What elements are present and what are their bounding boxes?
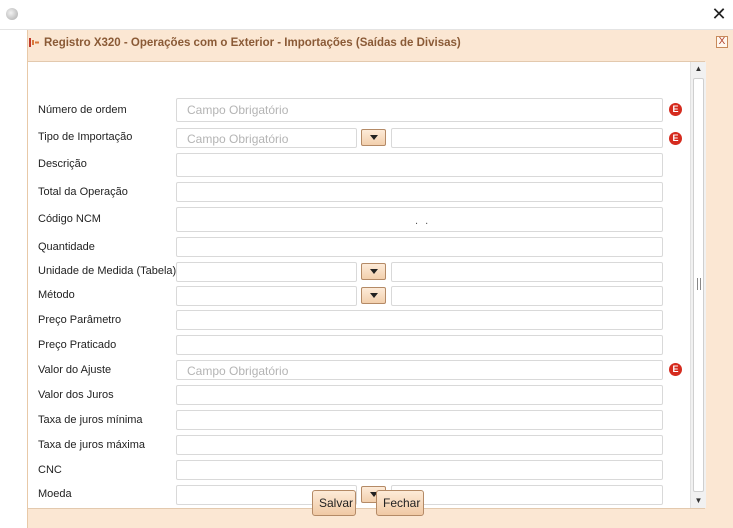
quantidade-input[interactable]	[176, 237, 663, 257]
tipo-importacao-placeholder: Campo Obrigatório	[187, 132, 289, 146]
form-panel: Número de ordem Campo Obrigatório E Tipo…	[28, 61, 705, 509]
valor-ajuste-required-icon: E	[669, 363, 682, 376]
grip-icon	[697, 278, 701, 290]
label-codigo-ncm: Código NCM	[38, 213, 101, 225]
scroll-thumb[interactable]	[693, 78, 704, 492]
scroll-up-icon[interactable]: ▲	[691, 62, 706, 76]
dialog-title: Registro X320 - Operações com o Exterior…	[44, 37, 461, 49]
moeda-description-input[interactable]	[391, 485, 663, 505]
numero-ordem-placeholder: Campo Obrigatório	[187, 103, 289, 117]
dialog-header: Registro X320 - Operações com o Exterior…	[28, 30, 733, 56]
unidade-medida-select[interactable]	[176, 262, 357, 282]
cnc-input[interactable]	[176, 460, 663, 480]
valor-ajuste-input[interactable]: Campo Obrigatório	[176, 360, 663, 380]
app-icon	[6, 8, 18, 20]
descricao-input[interactable]	[176, 153, 663, 177]
preco-praticado-input[interactable]	[176, 335, 663, 355]
numero-ordem-required-icon: E	[669, 103, 682, 116]
form-scrollbar[interactable]: ▲ ▼	[690, 62, 706, 508]
label-quantidade: Quantidade	[38, 241, 95, 253]
tipo-importacao-required-icon: E	[669, 132, 682, 145]
unidade-medida-description-input[interactable]	[391, 262, 663, 282]
numero-ordem-input[interactable]: Campo Obrigatório	[176, 98, 663, 122]
dialog-close-button[interactable]: X	[716, 36, 728, 48]
label-taxa-juros-maxima: Taxa de juros máxima	[38, 439, 145, 451]
tipo-importacao-description-input[interactable]	[391, 128, 663, 148]
label-moeda: Moeda	[38, 488, 72, 500]
metodo-description-input[interactable]	[391, 286, 663, 306]
label-cnc: CNC	[38, 464, 62, 476]
valor-ajuste-placeholder: Campo Obrigatório	[187, 364, 289, 378]
window-title-bar: ✕	[0, 0, 733, 30]
label-tipo-importacao: Tipo de Importação	[38, 131, 133, 143]
taxa-juros-minima-input[interactable]	[176, 410, 663, 430]
save-button[interactable]: Salvar	[312, 490, 356, 516]
label-descricao: Descrição	[38, 158, 87, 170]
scroll-down-icon[interactable]: ▼	[691, 494, 706, 508]
label-taxa-juros-minima: Taxa de juros mínima	[38, 414, 143, 426]
label-valor-ajuste: Valor do Ajuste	[38, 364, 112, 376]
total-operacao-input[interactable]	[176, 182, 663, 202]
label-preco-praticado: Preço Praticado	[38, 339, 117, 351]
bars-icon	[29, 38, 39, 47]
label-numero-ordem: Número de ordem	[38, 104, 127, 116]
valor-juros-input[interactable]	[176, 385, 663, 405]
window-close-icon[interactable]: ✕	[707, 3, 731, 25]
codigo-ncm-mask: . .	[415, 215, 431, 227]
label-metodo: Método	[38, 289, 75, 301]
unidade-medida-dropdown-button[interactable]	[361, 263, 386, 280]
label-unidade-medida: Unidade de Medida (Tabela)	[38, 265, 177, 277]
preco-parametro-input[interactable]	[176, 310, 663, 330]
close-button[interactable]: Fechar	[376, 490, 424, 516]
taxa-juros-maxima-input[interactable]	[176, 435, 663, 455]
metodo-select[interactable]	[176, 286, 357, 306]
label-preco-parametro: Preço Parâmetro	[38, 314, 122, 326]
label-total-operacao: Total da Operação	[38, 186, 128, 198]
label-valor-juros: Valor dos Juros	[38, 389, 114, 401]
tipo-importacao-select[interactable]: Campo Obrigatório	[176, 128, 357, 148]
tipo-importacao-dropdown-button[interactable]	[361, 129, 386, 146]
dialog-registro-x320: Registro X320 - Operações com o Exterior…	[27, 30, 733, 528]
metodo-dropdown-button[interactable]	[361, 287, 386, 304]
